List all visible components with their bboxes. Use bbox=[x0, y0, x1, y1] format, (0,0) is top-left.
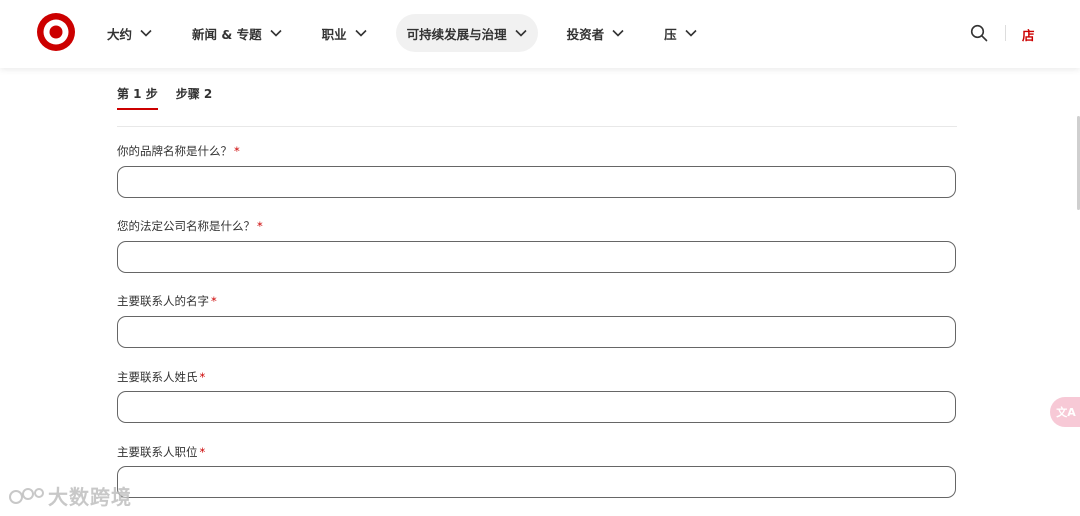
required-marker: * bbox=[234, 144, 240, 158]
chevron-down-icon bbox=[140, 29, 152, 37]
step-tabs: 第 1 步 步骤 2 bbox=[117, 85, 230, 110]
tab-step-2[interactable]: 步骤 2 bbox=[176, 85, 213, 110]
contact-last-name-input[interactable] bbox=[117, 391, 956, 423]
tab-step-1[interactable]: 第 1 步 bbox=[117, 85, 158, 110]
header-divider bbox=[1005, 25, 1006, 41]
nav-item-sustainability[interactable]: 可持续发展与治理 bbox=[395, 14, 538, 52]
required-marker: * bbox=[257, 219, 263, 233]
chevron-down-icon bbox=[515, 29, 527, 37]
translate-button[interactable]: 文A bbox=[1050, 397, 1080, 427]
required-marker: * bbox=[211, 294, 217, 308]
field-label-text: 你的品牌名称是什么？ bbox=[117, 144, 232, 158]
chevron-down-icon bbox=[270, 29, 282, 37]
nav-item-label: 可持续发展与治理 bbox=[406, 26, 507, 42]
required-marker: * bbox=[199, 445, 206, 459]
contact-first-name-label: 主要联系人的名字 * bbox=[117, 293, 217, 309]
brand-name-input[interactable] bbox=[117, 166, 956, 198]
nav-item-press[interactable]: 压 bbox=[653, 14, 708, 52]
target-logo[interactable] bbox=[37, 13, 75, 51]
required-marker: * bbox=[199, 370, 206, 384]
contact-title-input[interactable] bbox=[117, 466, 956, 498]
translate-icon: 文A bbox=[1056, 406, 1076, 419]
chevron-down-icon bbox=[612, 29, 624, 37]
field-label-text: 主要联系人的名字 bbox=[117, 294, 209, 308]
section-divider bbox=[117, 126, 957, 127]
chevron-down-icon bbox=[685, 29, 697, 37]
search-icon[interactable] bbox=[970, 24, 988, 42]
nav-item-investors[interactable]: 投资者 bbox=[556, 14, 636, 52]
nav-item-about[interactable]: 大约 bbox=[96, 14, 163, 52]
watermark-logo-icon bbox=[9, 487, 44, 504]
contact-first-name-input[interactable] bbox=[117, 316, 956, 348]
nav-item-label: 投资者 bbox=[566, 26, 605, 42]
brand-name-label: 你的品牌名称是什么？ * bbox=[117, 143, 240, 159]
contact-title-label: 主要联系人职位 * bbox=[117, 444, 205, 460]
nav-item-careers[interactable]: 职业 bbox=[311, 14, 378, 52]
field-label-text: 您的法定公司名称是什么？ bbox=[117, 219, 255, 233]
legal-company-name-label: 您的法定公司名称是什么？ * bbox=[117, 218, 263, 234]
store-link[interactable]: 店 bbox=[1022, 25, 1035, 44]
legal-company-name-input[interactable] bbox=[117, 241, 956, 273]
watermark-text: 大数跨境 bbox=[48, 485, 132, 509]
chevron-down-icon bbox=[355, 29, 367, 37]
field-label-text: 主要联系人职位 bbox=[117, 445, 198, 459]
nav-item-label: 新闻 & 专题 bbox=[192, 26, 262, 42]
nav-item-label: 职业 bbox=[321, 26, 347, 42]
watermark: 大数跨境 bbox=[8, 481, 132, 510]
field-label-text: 主要联系人姓氏 bbox=[117, 370, 198, 384]
nav-item-news[interactable]: 新闻 & 专题 bbox=[181, 14, 293, 52]
contact-last-name-label: 主要联系人姓氏 * bbox=[117, 369, 205, 385]
nav-item-label: 大约 bbox=[107, 26, 133, 42]
site-header: 大约 新闻 & 专题 职业 可持续发展与治理 投资者 压 店 bbox=[0, 0, 1080, 68]
main-nav: 大约 新闻 & 专题 职业 可持续发展与治理 投资者 压 bbox=[96, 14, 726, 52]
nav-item-label: 压 bbox=[664, 26, 677, 42]
